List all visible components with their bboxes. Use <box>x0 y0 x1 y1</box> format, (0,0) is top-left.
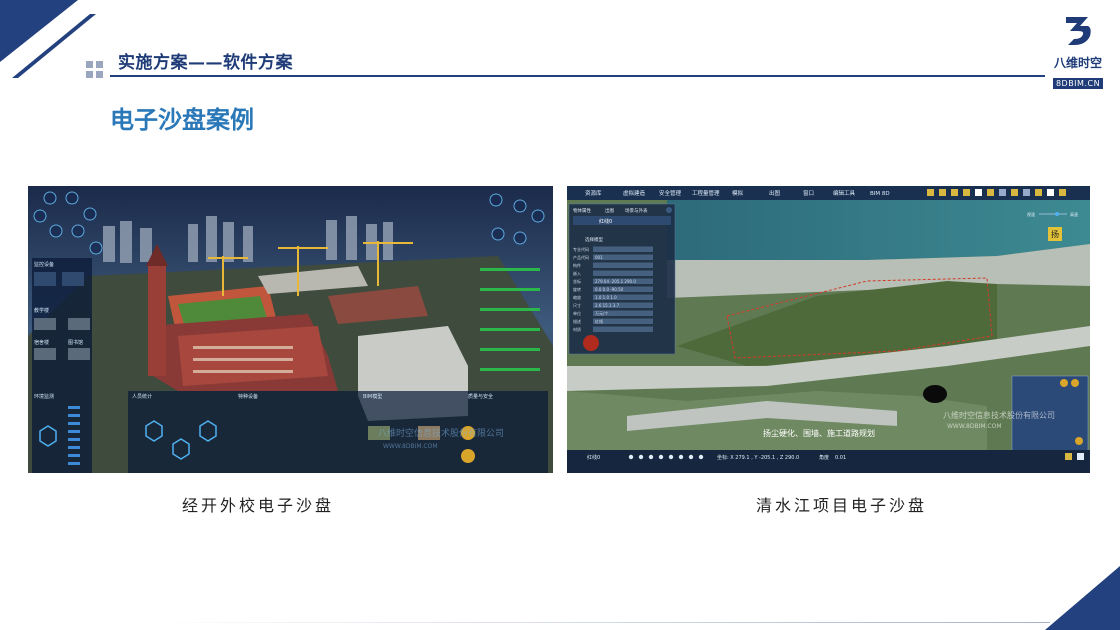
status-coords: 坐标: X 279.1 , Y -205.1 , Z 290.0 <box>717 454 799 461</box>
menu-item-5[interactable]: 出图 <box>769 189 781 197</box>
field-label: 专业代码 <box>573 246 589 252</box>
speed-label: 视速 <box>1027 211 1035 217</box>
panel-tab-1[interactable]: 出图 <box>605 207 614 214</box>
field-label: 描述 <box>573 318 581 324</box>
field-input[interactable] <box>593 326 653 333</box>
menu-item-1[interactable]: 虚拟建造 <box>623 189 646 197</box>
field-value: 0.0 0.0 -90.50 <box>595 287 624 292</box>
watermark-left: 八维时空信息技术股份有限公司 <box>378 427 504 439</box>
panel-label-equipment: 特种设备 <box>238 393 258 400</box>
menu-item-2[interactable]: 安全管理 <box>659 189 682 197</box>
logo-mark-icon <box>1066 17 1091 45</box>
header-divider <box>110 75 1045 77</box>
field-input[interactable] <box>593 270 653 277</box>
watermark-url-left: WWW.8DBIM.COM <box>383 443 438 450</box>
caption-right: 清水江项目电子沙盘 <box>756 496 928 515</box>
panel-label-teaching: 教学楼 <box>34 307 49 314</box>
speed-slider-handle[interactable] <box>1055 212 1059 216</box>
field-value: 001 <box>595 255 603 260</box>
menu-item-3[interactable]: 工程量管理 <box>692 189 720 197</box>
menu-item-8[interactable]: BIM 8D <box>870 191 890 197</box>
sandbox-screenshot-left: 监控设备 教学楼 宿舍楼 图书馆 环境监测 人员统计 特种设备 BIM模型 质量… <box>28 186 553 473</box>
field-value: 2.6 15.1 3.7 <box>595 303 620 308</box>
header-title: 实施方案——软件方案 <box>118 53 293 73</box>
material-swatch[interactable] <box>583 335 599 351</box>
caption-left: 经开外校电子沙盘 <box>182 496 335 515</box>
menu-item-7[interactable]: 编辑工具 <box>833 189 856 197</box>
map-marker-label: 扬 <box>1051 229 1059 239</box>
field-label: 单位 <box>573 310 581 316</box>
field-label: 尺寸 <box>573 302 581 308</box>
status-layer: 红线0 <box>587 454 600 461</box>
speed-label-2: 高速 <box>1070 211 1078 217</box>
status-angle: 0.01 <box>835 455 846 461</box>
sandbox-screenshot-right: 资源库 虚拟建造 安全管理 工程量管理 模拟 出图 窗口 编辑工具 BIM 8D… <box>567 186 1090 473</box>
panel-label-env: 环境监测 <box>34 393 54 400</box>
field-label: 坐标 <box>573 278 581 284</box>
corner-decoration-bottom-right <box>1045 566 1120 630</box>
panel-close-icon[interactable] <box>666 207 672 213</box>
status-angle-label: 角度 <box>819 454 829 461</box>
field-label: 旋转 <box>573 286 581 292</box>
panel-label-dorm: 宿舍楼 <box>34 339 49 346</box>
field-input[interactable] <box>593 262 653 269</box>
panel-tab-2[interactable]: 场景与外表 <box>625 207 648 214</box>
panel-label-people: 人员统计 <box>132 393 152 400</box>
field-input[interactable] <box>593 246 653 253</box>
field-label: 缩放 <box>573 294 581 300</box>
field-value: 万元/个 <box>595 311 608 316</box>
section-title: 电子沙盘案例 <box>110 106 254 134</box>
field-label: 构件 <box>573 262 581 268</box>
watermark-url-right: WWW.8DBIM.COM <box>947 423 1002 430</box>
panel-tab-0[interactable]: 物体属性 <box>573 207 591 214</box>
menu-item-0[interactable]: 资源库 <box>585 189 602 197</box>
field-label: 材质 <box>573 326 581 332</box>
corner-decoration-top-left <box>0 0 96 78</box>
field-value: 279.04 -205.1 290.0 <box>595 279 636 284</box>
menu-item-4[interactable]: 模拟 <box>732 189 744 197</box>
panel-subtitle: 选择模型 <box>585 236 603 243</box>
panel-title: 红线0 <box>599 218 612 225</box>
field-value: 红线 <box>595 318 603 324</box>
header-squares-icon <box>86 61 103 78</box>
panel-label-monitor: 监控设备 <box>34 261 54 268</box>
logo-badge: 8DBIM.CN <box>1052 78 1104 89</box>
map-overlay-text: 扬尘硬化、围墙、施工道路规划 <box>763 428 875 438</box>
field-value: 1.0 1.0 1.0 <box>595 295 617 300</box>
panel-label-bim: BIM模型 <box>363 393 382 400</box>
menu-item-6[interactable]: 窗口 <box>803 189 814 197</box>
watermark-right: 八维时空信息技术股份有限公司 <box>943 410 1055 420</box>
footer-divider <box>150 622 1050 623</box>
panel-label-quality: 质量与安全 <box>468 393 493 400</box>
logo-name: 八维时空 <box>1053 56 1102 70</box>
company-logo: 八维时空 8DBIM.CN <box>1048 14 1108 89</box>
field-label: 嵌入 <box>573 271 581 276</box>
panel-label-library: 图书馆 <box>68 339 83 346</box>
field-label: 产品代码 <box>573 254 589 260</box>
